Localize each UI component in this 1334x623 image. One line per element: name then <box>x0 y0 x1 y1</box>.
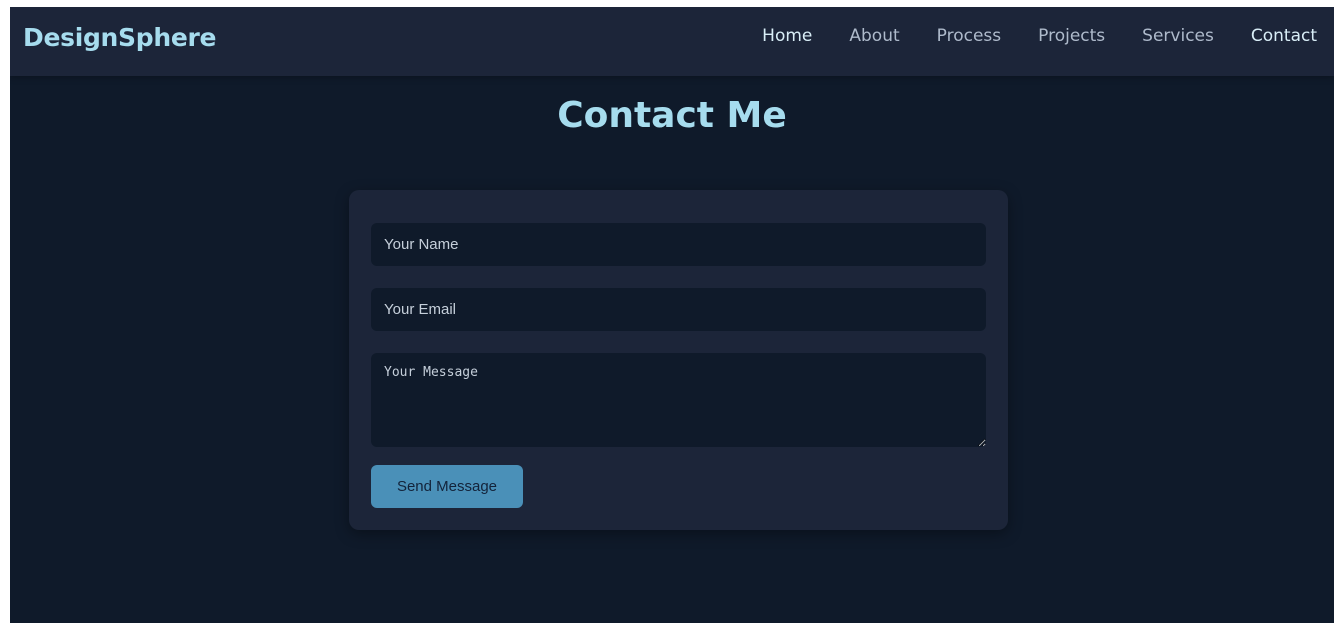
page-title: Contact Me <box>557 95 787 136</box>
nav-link-home[interactable]: Home <box>762 26 812 46</box>
page-frame: DesignSphere Home About Process Projects… <box>10 7 1334 623</box>
name-input[interactable] <box>371 223 986 266</box>
nav-links: Home About Process Projects Services Con… <box>725 26 1317 46</box>
nav-link-projects[interactable]: Projects <box>1038 26 1105 46</box>
nav-link-about[interactable]: About <box>849 26 899 46</box>
contact-form: Send Message <box>349 190 1008 530</box>
brand-logo[interactable]: DesignSphere <box>23 23 217 52</box>
nav-link-process[interactable]: Process <box>937 26 1002 46</box>
email-input[interactable] <box>371 288 986 331</box>
nav-link-services[interactable]: Services <box>1142 26 1214 46</box>
message-textarea[interactable] <box>371 353 986 447</box>
navbar: DesignSphere Home About Process Projects… <box>10 7 1334 76</box>
send-message-button[interactable]: Send Message <box>371 465 523 508</box>
nav-link-contact[interactable]: Contact <box>1251 26 1317 46</box>
